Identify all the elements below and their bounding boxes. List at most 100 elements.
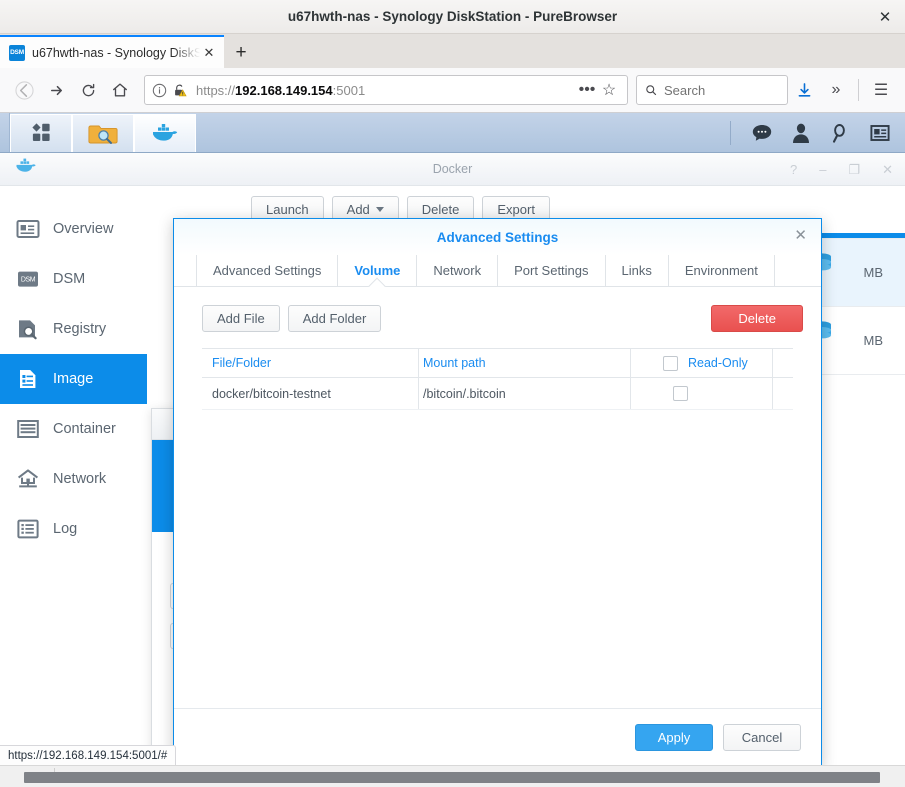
cancel-label: Cancel (741, 730, 783, 745)
sidebar-item-dsm[interactable]: DSM DSM (0, 254, 147, 304)
scrollbar-thumb[interactable] (24, 772, 880, 783)
overview-icon (16, 220, 40, 238)
read-only-select-all-checkbox[interactable] (663, 355, 678, 371)
sidebar-item-image[interactable]: Image (0, 354, 147, 404)
chat-bubble-icon[interactable] (751, 122, 773, 144)
home-button[interactable] (104, 74, 136, 106)
tab-volume[interactable]: Volume (338, 255, 418, 286)
window-maximize-button[interactable]: ❐ (848, 162, 860, 178)
sidebar-label: Overview (53, 221, 114, 237)
tab-label: Network (433, 263, 482, 278)
volume-toolbar: Add File Add Folder Delete (174, 287, 821, 332)
docker-window-controls: ? – ❐ ✕ (790, 153, 893, 186)
sidebar-label: Image (53, 371, 94, 387)
dialog-header: Advanced Settings ✕ (174, 219, 821, 255)
site-identity[interactable] (152, 83, 187, 98)
cell-read-only (630, 378, 772, 409)
tab-label: Links (621, 263, 652, 278)
widget-icon[interactable] (869, 122, 891, 144)
export-label: Export (497, 202, 535, 217)
add-file-label: Add File (217, 311, 265, 326)
tab-advanced-settings[interactable]: Advanced Settings (196, 255, 339, 286)
sidebar-label: Registry (53, 321, 107, 337)
taskbar-edge (0, 113, 10, 152)
sidebar-label: Container (53, 421, 116, 437)
tab-close-icon[interactable]: ✕ (200, 44, 218, 62)
log-list-icon (17, 519, 39, 539)
container-icon (17, 420, 39, 438)
taskbar-main-menu-button[interactable] (10, 114, 72, 152)
reload-button[interactable] (72, 74, 104, 106)
docker-window-title: Docker (432, 162, 473, 176)
delete-volume-label: Delete (738, 311, 776, 326)
downloads-button[interactable] (788, 74, 820, 106)
cancel-button[interactable]: Cancel (723, 724, 801, 751)
dialog-body: Add File Add Folder Delete File/Folder M… (174, 287, 821, 708)
screen: u67hwth-nas - Synology DiskStation - Pur… (0, 0, 905, 787)
window-help-button[interactable]: ? (790, 162, 797, 177)
window-close-button[interactable]: ✕ (875, 8, 895, 26)
app-menu-button[interactable]: ☰ (865, 74, 897, 106)
browser-tab[interactable]: DSM u67hwth-nas - Synology DiskStation ✕ (0, 35, 224, 68)
sidebar-label: Log (53, 521, 78, 537)
url-text[interactable]: https://192.168.149.154:5001 (196, 83, 576, 98)
add-folder-button[interactable]: Add Folder (287, 305, 382, 332)
add-file-button[interactable]: Add File (202, 305, 280, 332)
tab-links[interactable]: Links (606, 255, 669, 286)
url-bar[interactable]: https://192.168.149.154:5001 ••• ☆ (144, 75, 628, 105)
dialog-close-icon[interactable]: ✕ (794, 228, 807, 243)
sidebar-item-container[interactable]: Container (0, 404, 147, 454)
browser-window-titlebar: u67hwth-nas - Synology DiskStation - Pur… (0, 0, 905, 34)
back-button[interactable] (8, 74, 40, 106)
info-icon (152, 83, 167, 97)
chevron-down-icon (375, 207, 384, 212)
search-input[interactable] (664, 82, 779, 98)
row-read-only-checkbox[interactable] (673, 386, 688, 401)
sidebar-label: DSM (53, 271, 86, 287)
tab-environment[interactable]: Environment (669, 255, 775, 286)
column-read-only: Read-Only (630, 349, 772, 377)
sidebar-item-overview[interactable]: Overview (0, 204, 147, 254)
person-icon[interactable] (791, 122, 811, 144)
column-mount-path[interactable]: Mount path (418, 349, 630, 377)
dialog-title: Advanced Settings (436, 229, 559, 245)
browser-tab-title: u67hwth-nas - Synology DiskStation (32, 45, 200, 60)
sidebar-item-network[interactable]: Network (0, 454, 147, 504)
column-spacer (772, 349, 793, 377)
table-row[interactable]: docker/bitcoin-testnet /bitcoin/.bitcoin (202, 378, 793, 410)
horizontal-scrollbar[interactable] (0, 765, 905, 787)
browser-window-title: u67hwth-nas - Synology DiskStation - Pur… (287, 9, 618, 24)
tray-divider (730, 120, 731, 145)
tab-network[interactable]: Network (417, 255, 499, 286)
image-size: MB (863, 265, 884, 280)
search-bar[interactable] (636, 75, 788, 105)
taskbar-file-station-button[interactable] (72, 114, 134, 152)
dialog-footer: Apply Cancel (174, 708, 821, 766)
page-actions-button[interactable]: ••• (576, 79, 598, 101)
add-folder-label: Add Folder (302, 311, 367, 326)
magnifier-icon[interactable] (829, 122, 851, 144)
search-icon (646, 85, 657, 96)
sidebar-label: Network (53, 471, 107, 487)
browser-navigation-toolbar: https://192.168.149.154:5001 ••• ☆ » ☰ (0, 68, 905, 113)
sidebar-item-log[interactable]: Log (0, 504, 147, 554)
window-close-button[interactable]: ✕ (882, 162, 893, 178)
toolbar-overflow-button[interactable]: » (820, 74, 852, 106)
column-file-folder[interactable]: File/Folder (202, 356, 418, 370)
window-minimize-button[interactable]: – (819, 162, 826, 177)
docker-whale-icon (153, 123, 178, 141)
cell-file-folder: docker/bitcoin-testnet (212, 386, 331, 401)
forward-button[interactable] (40, 74, 72, 106)
new-tab-button[interactable]: + (224, 38, 258, 68)
bookmark-star-icon[interactable]: ☆ (598, 79, 620, 101)
tab-label: Volume (354, 263, 401, 278)
tab-port-settings[interactable]: Port Settings (498, 255, 606, 286)
delete-volume-button[interactable]: Delete (711, 305, 803, 332)
cell-mount-path[interactable]: /bitcoin/.bitcoin (418, 378, 630, 409)
apply-button[interactable]: Apply (635, 724, 713, 751)
tab-label: Port Settings (514, 263, 589, 278)
sidebar-item-registry[interactable]: Registry (0, 304, 147, 354)
apply-label: Apply (657, 730, 691, 745)
taskbar-tray (730, 113, 905, 152)
taskbar-docker-button[interactable] (134, 114, 196, 152)
